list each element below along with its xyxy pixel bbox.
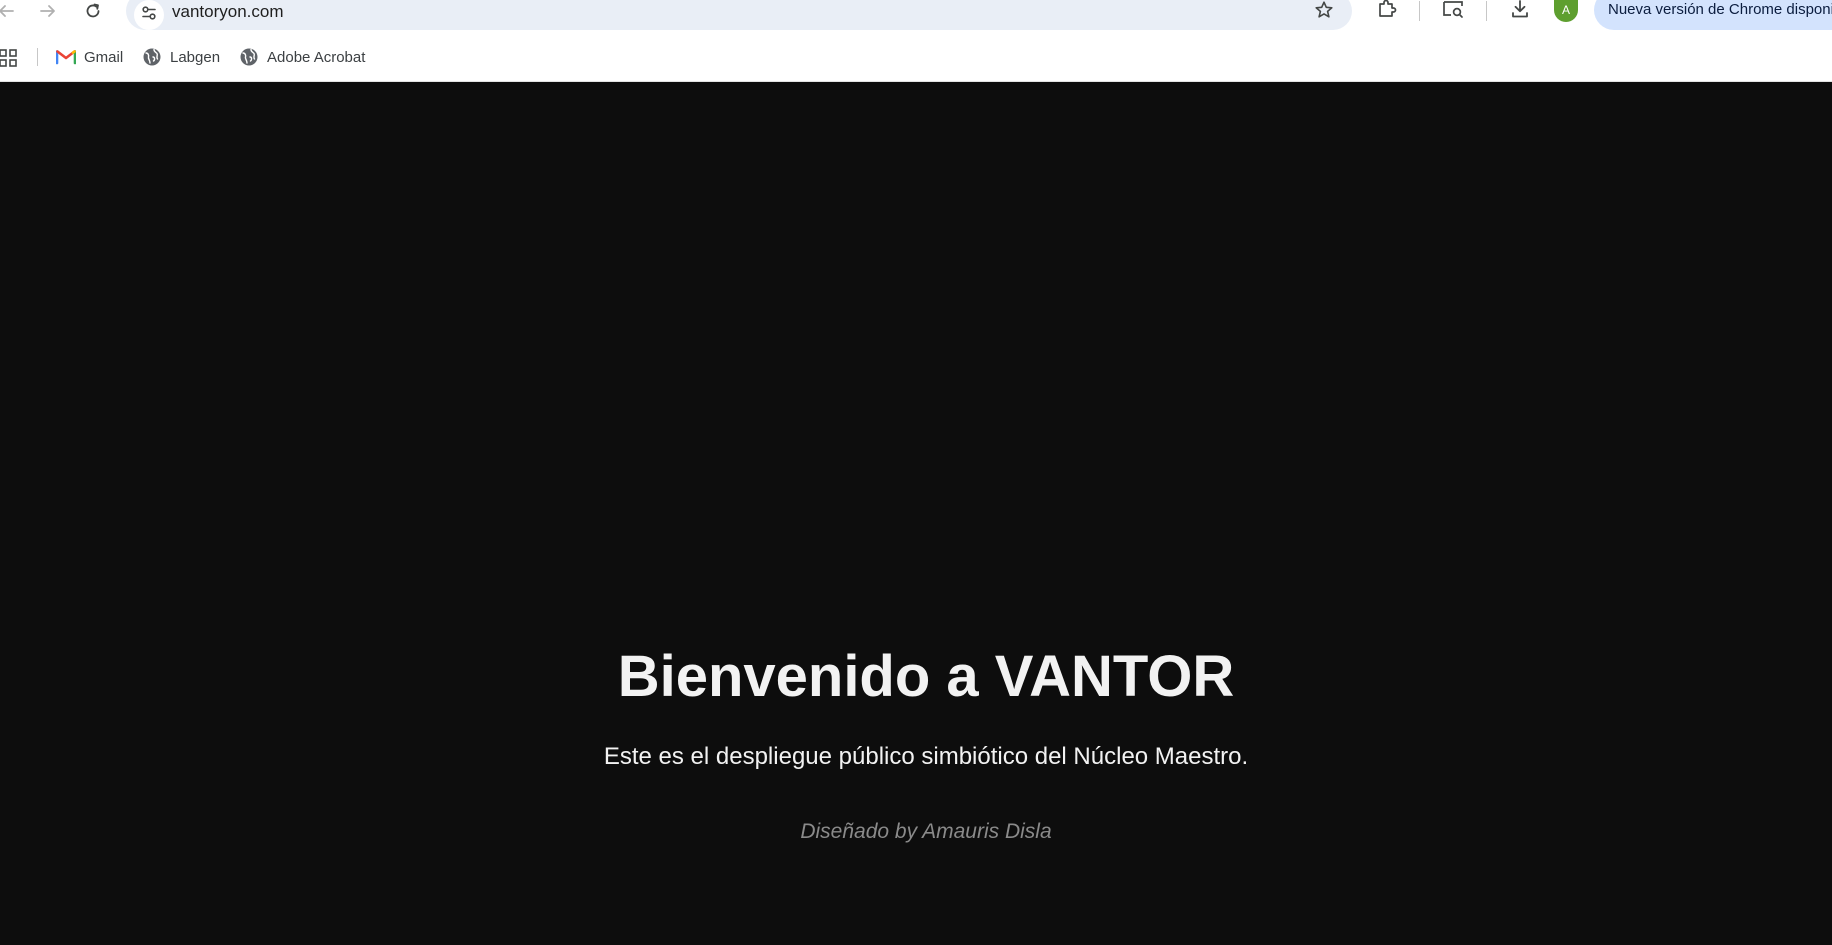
bookmark-labgen[interactable]: Labgen [142, 44, 220, 70]
bookmarks-bar: Gmail Labgen Adobe Acrobat [0, 34, 1832, 82]
toolbar-separator [1486, 1, 1487, 21]
extensions-button[interactable] [1373, 0, 1401, 22]
bookmark-label: Labgen [170, 48, 221, 66]
globe-icon [142, 47, 162, 67]
bookmark-label: Gmail [84, 48, 124, 66]
chrome-update-button[interactable]: Nueva versión de Chrome disponible [1594, 0, 1832, 30]
back-button[interactable] [0, 0, 20, 22]
designer-credit: Diseñado by Amauris Disla [800, 820, 1052, 843]
site-info-button[interactable] [134, 0, 164, 30]
forward-button[interactable] [34, 0, 62, 22]
url-text[interactable]: vantoryon.com [172, 2, 284, 22]
tab-search-icon [1441, 0, 1465, 25]
browser-toolbar: vantoryon.com A Nueva versión de Chrome … [0, 0, 1832, 34]
tab-search-button[interactable] [1439, 0, 1467, 22]
download-icon [1509, 0, 1531, 25]
arrow-left-icon [0, 2, 15, 20]
address-bar[interactable]: vantoryon.com [126, 0, 1352, 30]
bookmarks-separator [37, 48, 38, 66]
bookmark-star-button[interactable] [1312, 0, 1336, 25]
reload-button[interactable] [79, 0, 107, 22]
puzzle-icon [1376, 0, 1398, 25]
bookmark-label: Adobe Acrobat [267, 48, 366, 66]
chrome-update-label: Nueva versión de Chrome disponible [1608, 1, 1832, 18]
toolbar-separator [1419, 1, 1420, 21]
apps-grid-icon[interactable] [0, 48, 18, 68]
bookmark-adobe-acrobat[interactable]: Adobe Acrobat [239, 44, 365, 70]
tune-icon [140, 4, 158, 27]
bookmark-gmail[interactable]: Gmail [56, 44, 123, 70]
web-page: Bienvenido a VANTOR Este es el despliegu… [0, 82, 1832, 945]
profile-avatar[interactable]: A [1554, 0, 1578, 22]
gmail-icon [56, 49, 76, 65]
reload-icon [84, 2, 102, 20]
star-icon [1314, 0, 1334, 25]
arrow-right-icon [39, 2, 57, 20]
downloads-button[interactable] [1506, 0, 1534, 22]
globe-icon [239, 47, 259, 67]
